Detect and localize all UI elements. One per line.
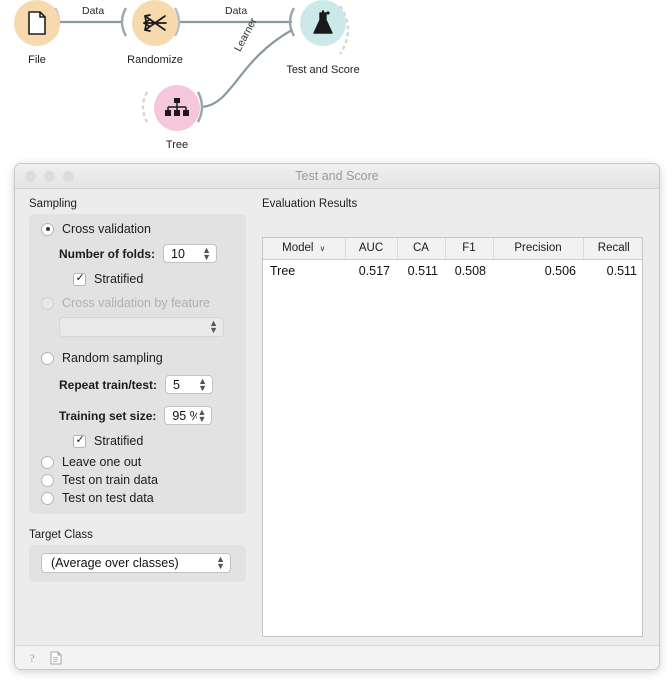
- target-class-combo-arrows[interactable]: ▲ ▼: [216, 555, 230, 571]
- repeat-train-test-label: Repeat train/test:: [59, 377, 158, 392]
- column-header-precision[interactable]: Precision: [493, 238, 584, 260]
- workflow-node-file[interactable]: [14, 0, 60, 46]
- radio-cross-validation[interactable]: Cross validation: [29, 222, 246, 236]
- maximize-button[interactable]: [63, 170, 74, 182]
- target-class-group-title: Target Class: [29, 529, 93, 541]
- sampling-pane: Sampling Cross validation Number of fold…: [15, 189, 260, 669]
- radio-test-on-test-data[interactable]: Test on test data: [29, 491, 246, 505]
- link-label-data-2: Data: [225, 5, 248, 17]
- checkbox-stratified-cv[interactable]: Stratified: [29, 272, 246, 286]
- checkbox-stratified-cv-label: Stratified: [94, 272, 144, 286]
- decision-tree-icon: [165, 98, 189, 116]
- link-label-data-1: Data: [82, 5, 105, 17]
- chevron-down-icon: ∨: [319, 244, 326, 254]
- repeat-train-test-arrows[interactable]: ▲ ▼: [198, 376, 212, 392]
- window-title: Test and Score: [295, 169, 379, 183]
- number-of-folds-spinner[interactable]: 10 ▲ ▼: [163, 244, 217, 263]
- cell-ca: 0.511: [407, 263, 438, 278]
- workflow-node-tree[interactable]: [154, 85, 200, 131]
- svg-text:?: ?: [29, 651, 34, 665]
- repeat-train-test-value: 5: [173, 377, 180, 392]
- column-header-recall[interactable]: Recall: [583, 238, 642, 260]
- checkbox-stratified-random-label: Stratified: [94, 434, 144, 448]
- target-class-value: (Average over classes): [51, 556, 179, 570]
- cell-model: Tree: [270, 263, 296, 278]
- column-header-model-label: Model: [282, 242, 314, 255]
- workflow-canvas[interactable]: File Randomize Tree Test and Score Data …: [0, 0, 672, 160]
- radio-cross-validation-indicator[interactable]: [41, 222, 54, 236]
- radio-leave-one-out-indicator[interactable]: [41, 455, 54, 469]
- radio-test-on-train-data-label: Test on train data: [62, 473, 158, 487]
- minimize-button[interactable]: [44, 170, 55, 182]
- radio-random-sampling[interactable]: Random sampling: [29, 351, 246, 365]
- number-of-folds-arrows[interactable]: ▲ ▼: [202, 245, 216, 261]
- shuffle-icon: [143, 14, 167, 32]
- workflow-node-randomize-label: Randomize: [127, 54, 183, 66]
- evaluation-results-title: Evaluation Results: [262, 198, 358, 210]
- repeat-train-test-spinner[interactable]: 5 ▲ ▼: [165, 375, 214, 394]
- radio-cross-validation-label: Cross validation: [62, 222, 151, 236]
- sampling-group-title: Sampling: [29, 198, 77, 210]
- training-set-size-spinner[interactable]: 95 % ▲▼: [164, 406, 213, 425]
- cell-f1: 0.508: [454, 263, 486, 278]
- document-icon: [50, 651, 62, 665]
- window-titlebar[interactable]: Test and Score: [15, 164, 659, 189]
- repeat-train-test-row: Repeat train/test: 5 ▲ ▼: [29, 375, 246, 394]
- workflow-node-randomize[interactable]: [132, 0, 178, 46]
- target-class-combo-row: (Average over classes) ▲ ▼: [29, 553, 246, 573]
- checkbox-stratified-cv-indicator[interactable]: [73, 272, 86, 286]
- evaluation-results-table-container[interactable]: Model ∨ AUC CA F1 Precision Recall Tree: [262, 237, 643, 637]
- radio-random-sampling-label: Random sampling: [62, 351, 163, 365]
- radio-cross-validation-by-feature: Cross validation by feature: [29, 296, 246, 310]
- column-header-f1[interactable]: F1: [445, 238, 494, 260]
- flask-icon: [313, 10, 333, 34]
- help-icon[interactable]: ?: [25, 651, 39, 666]
- feature-combo-row: ▲ ▼: [29, 317, 246, 337]
- cell-precision: 0.506: [544, 263, 576, 278]
- table-row[interactable]: Tree 0.517 0.511 0.508 0.506 0.511: [263, 259, 642, 282]
- cv-feature-combo-arrows: ▲ ▼: [209, 318, 218, 335]
- radio-cross-validation-by-feature-label: Cross validation by feature: [62, 296, 210, 310]
- column-header-auc[interactable]: AUC: [345, 238, 398, 260]
- status-bar: ?: [15, 645, 659, 669]
- file-icon: [28, 11, 46, 35]
- radio-test-on-test-data-label: Test on test data: [62, 491, 154, 505]
- table-header-row: Model ∨ AUC CA F1 Precision Recall: [263, 238, 642, 260]
- training-set-size-label: Training set size:: [59, 408, 157, 423]
- radio-test-on-test-data-indicator[interactable]: [41, 491, 54, 505]
- evaluation-results-table: Model ∨ AUC CA F1 Precision Recall Tree: [263, 238, 642, 282]
- radio-random-sampling-indicator[interactable]: [41, 351, 54, 365]
- radio-test-on-train-data-indicator[interactable]: [41, 473, 54, 487]
- radio-test-on-train-data[interactable]: Test on train data: [29, 473, 246, 487]
- checkbox-stratified-random-indicator[interactable]: [73, 434, 86, 448]
- radio-leave-one-out[interactable]: Leave one out: [29, 455, 246, 469]
- radio-leave-one-out-label: Leave one out: [62, 455, 142, 469]
- sampling-groupbox: Cross validation Number of folds: 10 ▲ ▼ …: [29, 214, 246, 514]
- question-mark-icon: ?: [29, 651, 34, 665]
- checkbox-stratified-random[interactable]: Stratified: [29, 434, 246, 448]
- column-header-model[interactable]: Model ∨: [263, 238, 346, 260]
- radio-cross-validation-by-feature-indicator: [41, 296, 54, 310]
- workflow-node-file-label: File: [28, 54, 46, 66]
- report-icon[interactable]: [49, 651, 63, 666]
- training-set-size-value: 95 %: [172, 408, 197, 423]
- test-and-score-window[interactable]: Test and Score Sampling Cross validation…: [14, 163, 660, 670]
- close-button[interactable]: [25, 170, 36, 182]
- workflow-node-test-and-score-label: Test and Score: [286, 64, 360, 76]
- workflow-node-test-and-score[interactable]: [300, 0, 346, 46]
- training-set-size-arrows[interactable]: ▲ ▼: [197, 407, 211, 423]
- target-class-combo[interactable]: (Average over classes) ▲ ▼: [41, 553, 231, 573]
- number-of-folds-label: Number of folds:: [59, 246, 155, 261]
- number-of-folds-value: 10: [171, 246, 185, 261]
- cv-feature-combo: ▲ ▼: [59, 317, 224, 337]
- training-set-size-row: Training set size: 95 % ▲▼: [29, 406, 246, 425]
- evaluation-results-pane: Evaluation Results Model ∨ AUC CA F1 Pre…: [260, 189, 659, 669]
- cell-recall: 0.511: [606, 263, 637, 278]
- number-of-folds-row: Number of folds: 10 ▲ ▼: [29, 244, 246, 263]
- column-header-ca[interactable]: CA: [397, 238, 446, 260]
- cell-auc: 0.517: [358, 263, 390, 278]
- target-class-groupbox: (Average over classes) ▲ ▼: [29, 545, 246, 582]
- workflow-node-tree-label: Tree: [165, 139, 189, 151]
